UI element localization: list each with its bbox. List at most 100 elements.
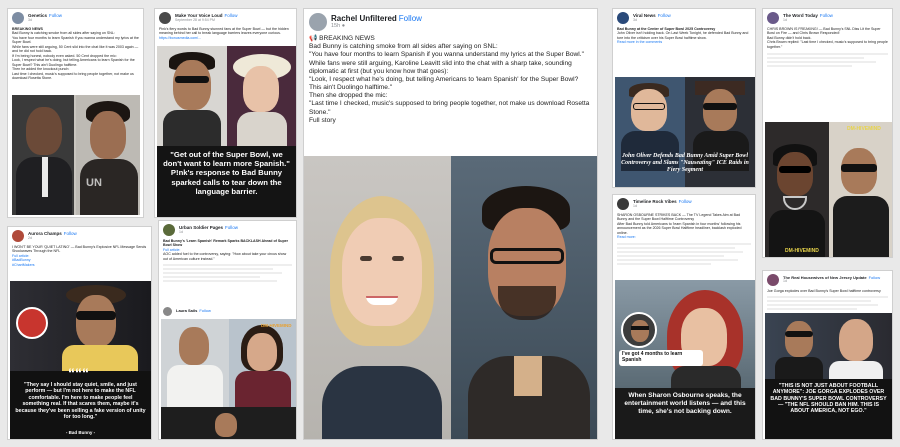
avatar[interactable] [12, 230, 24, 242]
post-line: "Last time I checked, music's supposed t… [309, 100, 590, 116]
person-left [777, 152, 813, 196]
post-time[interactable]: 3d [28, 18, 62, 23]
post-line: John Oliver isn't holding back. On Last … [617, 31, 749, 40]
post-text: Bad Bunny at the Center of Super Bowl 20… [613, 27, 755, 45]
person-left [631, 89, 667, 131]
post-line: "You have four months to learn Spanish i… [309, 51, 584, 59]
post-image[interactable]: "Get out of the Super Bowl, we don't wan… [157, 46, 296, 217]
author-name[interactable]: The Real Housewives of New Jersey Update [783, 275, 867, 280]
avatar[interactable] [163, 224, 175, 236]
post-line: While fans were still arguing, 50 Cent s… [12, 44, 139, 54]
follow-button[interactable]: Follow [658, 13, 671, 18]
author-name[interactable]: The Word Today [783, 13, 818, 18]
post-text: I WON'T BE YOUR 'QUIET LATINO' — Bad Bun… [8, 245, 151, 267]
follow-button[interactable]: Follow [679, 199, 692, 204]
watermark-logo: UN [86, 177, 102, 189]
follow-button[interactable]: Follow [869, 275, 881, 280]
sunglasses [779, 166, 811, 173]
post-image[interactable]: I've got 4 months to learn Spanish When … [615, 280, 755, 439]
post-line: BREAKING NEWS [319, 35, 375, 42]
post-line: While fans were still arguing, Karoline … [309, 59, 572, 75]
post-image[interactable]: DM-HIVEMIND DM-HIVEMIND [765, 122, 892, 257]
post-image[interactable]: "THIS IS NOT JUST ABOUT FOOTBALL ANYMORE… [765, 313, 892, 439]
post-line: SHARON OSBOURNE STRIKES BACK — The TV Le… [617, 213, 741, 222]
post-text: SHARON OSBOURNE STRIKES BACK — The TV Le… [613, 213, 755, 240]
avatar[interactable] [309, 13, 327, 31]
person [76, 295, 116, 347]
post-line: Last time I checked, music's supposed to… [12, 71, 134, 81]
post-line: After Bad Bunny told Americans to 'learn… [617, 221, 742, 235]
post-link[interactable]: https://bonusmedia.com/... [159, 36, 292, 40]
follow-button[interactable]: Follow [49, 13, 62, 18]
post-text: BREAKING NEWS Bad Bunny is catching smok… [8, 27, 143, 81]
post-card-featured: Rachel Unfiltered Follow 15h ● 📢 BREAKING… [303, 8, 598, 440]
nfl-logo [16, 307, 48, 339]
follow-button[interactable]: Follow [820, 13, 833, 18]
post-card-aoc: Urban Soldier Pages Follow 1d Bad Bunny's… [158, 220, 297, 440]
author-name[interactable]: Rachel Unfiltered [331, 14, 397, 23]
post-line: Chris Brown replied: "Last time I checke… [767, 40, 888, 49]
post-image[interactable]: John Oliver Defends Bad Bunny Amid Super… [615, 77, 755, 187]
avatar[interactable] [617, 12, 629, 24]
follow-button[interactable]: Follow [64, 231, 77, 236]
watermark-text: DM-HIVEMIND [261, 323, 292, 328]
post-line: Look, I respect what he's doing, but tel… [12, 58, 135, 67]
author-name[interactable]: Aurora Champs [28, 231, 62, 236]
megaphone-icon: 📢 [309, 35, 318, 42]
follow-button[interactable]: Follow [225, 13, 238, 18]
post-line[interactable]: Read more in the comments [617, 40, 751, 44]
post-image[interactable] [304, 156, 597, 439]
post-time[interactable]: 1d [783, 18, 833, 23]
glasses [633, 103, 665, 110]
person-right [839, 319, 873, 361]
post-card-sharon-osbourne: Timeline Rock Vibes Follow 1d SHARON OSBO… [612, 194, 756, 440]
author-name[interactable]: Viral News [633, 13, 656, 18]
post-time[interactable]: September 28 at 9:54 PM [175, 18, 238, 23]
author-name[interactable]: Genetics [28, 13, 47, 18]
speech-badge: I've got 4 months to learn Spanish [619, 350, 703, 366]
author-name[interactable]: Laura Sails [176, 308, 197, 313]
post-header: Genetics Follow 3d [8, 9, 143, 27]
person-right [703, 89, 737, 131]
quote-attribution: - Bad Bunny - [65, 430, 96, 435]
post-time[interactable]: 1d [783, 279, 880, 284]
post-line: Joe Gorga explodes over Bad Bunny's Supe… [767, 289, 881, 293]
person-left [26, 107, 62, 155]
post-line: I WON'T BE YOUR 'QUIET LATINO' — Bad Bun… [12, 245, 147, 254]
image-caption: John Oliver Defends Bad Bunny Amid Super… [621, 153, 749, 173]
post-time[interactable]: 3d [633, 18, 671, 23]
avatar[interactable] [767, 274, 779, 286]
post-card-chris-brown: The Word Today Follow 1d CHRIS BROWN IS F… [762, 8, 893, 258]
author-name[interactable]: Urban Soldier Pages [179, 225, 223, 230]
post-line: Full story [309, 116, 336, 124]
post-line: AOC added fuel to the controversy, sayin… [163, 252, 287, 261]
avatar[interactable] [12, 12, 24, 24]
follow-button[interactable]: Follow [199, 308, 211, 313]
watermark-text: DM-HIVEMIND [847, 126, 881, 132]
post-card-joe-gorga: The Real Housewives of New Jersey Update… [762, 270, 893, 440]
avatar[interactable] [163, 307, 172, 316]
post-image[interactable]: DM-HIVEMIND [161, 319, 296, 439]
person-left [173, 60, 211, 110]
avatar[interactable] [767, 12, 779, 24]
post-line: Pink's fiery words to Bad Bunny stunned … [159, 27, 289, 36]
post-time[interactable]: 1d [179, 230, 238, 235]
post-image[interactable]: UN [12, 95, 140, 215]
post-text: Joe Gorga explodes over Bad Bunny's Supe… [763, 289, 892, 293]
author-name[interactable]: Timeline Rock Vibes [633, 199, 677, 204]
avatar[interactable] [617, 198, 629, 210]
avatar[interactable] [159, 12, 171, 24]
post-line: Bad Bunny's 'Learn Spanish' Remark Spark… [163, 239, 289, 248]
post-time[interactable]: 15h [331, 23, 340, 29]
glasses [490, 248, 564, 264]
post-time[interactable]: 1d [633, 204, 692, 209]
hashtag[interactable]: #ChartMakers [12, 263, 147, 267]
post-time[interactable]: 2d [28, 236, 77, 241]
post-card-50cent: Genetics Follow 3d BREAKING NEWS Bad Bunn… [7, 8, 144, 218]
follow-button[interactable]: Follow [399, 14, 422, 23]
quote-icon: “““ [68, 365, 89, 381]
post-image[interactable]: “““ "They say I should stay quiet, smile… [10, 281, 151, 439]
author-name[interactable]: Make Your Voice Loud [175, 13, 223, 18]
follow-button[interactable]: Follow [225, 225, 238, 230]
post-line: Bad Bunny is catching smoke from all sid… [309, 43, 498, 51]
